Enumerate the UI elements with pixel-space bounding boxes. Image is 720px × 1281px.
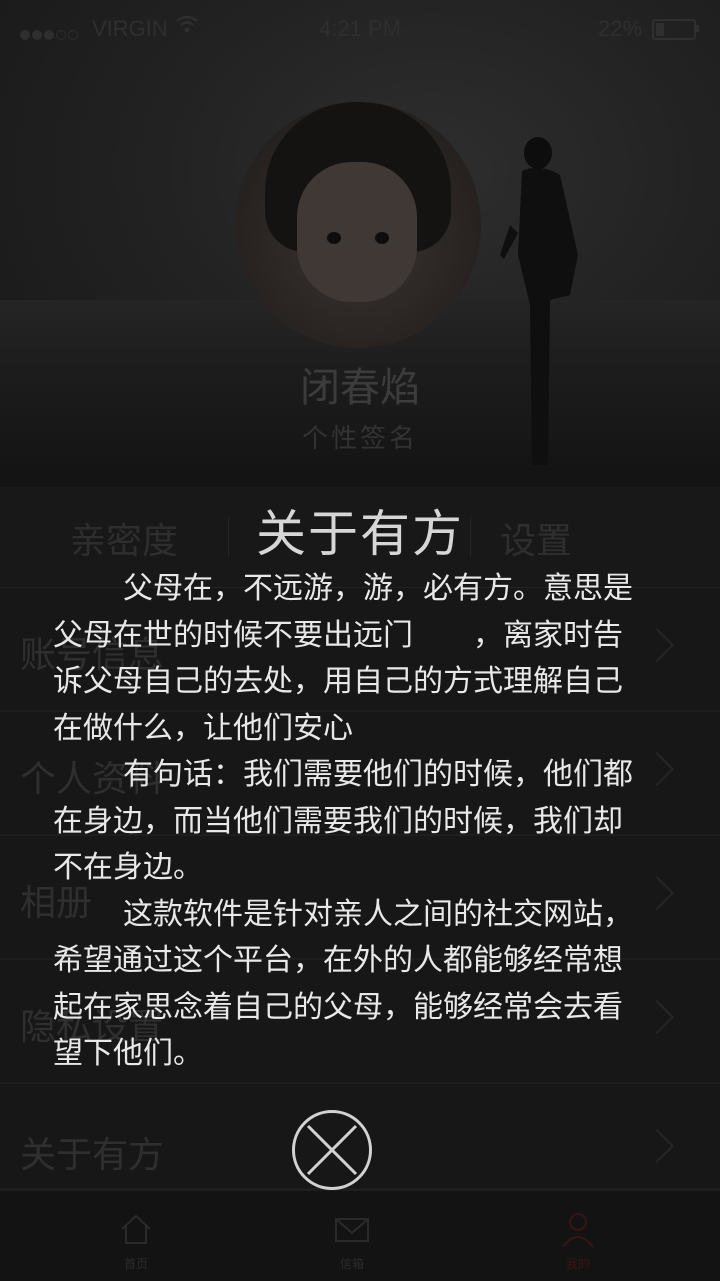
about-body: 父母在，不远游，游，必有方。意思是父母在世的时候不要出远门 ，离家时告诉父母自己…	[53, 566, 643, 1078]
nav-home-label: 首页	[123, 1257, 148, 1271]
chevron-right-icon	[640, 876, 674, 910]
profile-name: 闭春焰	[300, 365, 420, 411]
nav-home[interactable]: 首页	[96, 1209, 176, 1272]
battery-icon	[652, 19, 699, 40]
nav-mail-label: 信箱	[339, 1257, 364, 1271]
menu-item-label: 关于有方	[20, 1135, 165, 1176]
chevron-right-icon	[640, 1000, 674, 1034]
avatar-face	[297, 162, 417, 302]
home-icon	[121, 1214, 151, 1244]
nav-mail[interactable]: 信箱	[312, 1209, 392, 1272]
bottom-nav: 首页 信箱 我的	[0, 1190, 720, 1281]
avatar-eye-right	[375, 232, 389, 244]
nav-me-label: 我的	[565, 1257, 590, 1271]
about-paragraph: 父母在，不远游，游，必有方。意思是父母在世的时候不要出远门 ，离家时告诉父母自己…	[53, 571, 633, 746]
about-title: 关于有方	[256, 505, 464, 563]
avatar[interactable]	[235, 102, 481, 348]
chevron-right-icon	[640, 628, 674, 662]
about-paragraph: 有句话：我们需要他们的时候，他们都在身边，而当他们需要我们的时候，我们却不在身边…	[53, 757, 633, 885]
header-photo-figure	[500, 137, 578, 465]
close-circle-icon	[306, 1124, 358, 1176]
avatar-eye-left	[327, 232, 341, 244]
status-bar: VIRGIN 4:21 PM 22%	[0, 0, 720, 56]
chevron-right-icon	[640, 1129, 674, 1163]
user-icon	[562, 1213, 594, 1248]
about-paragraph: 这款软件是针对亲人之间的社交网站，希望通过这个平台，在外的人都能够经常想起在家思…	[53, 896, 633, 1072]
close-button[interactable]	[292, 1110, 372, 1190]
mail-icon	[335, 1218, 369, 1242]
nav-me[interactable]: 我的	[538, 1209, 618, 1272]
chevron-right-icon	[640, 752, 674, 786]
battery-percent: 22%	[598, 16, 643, 41]
profile-signature[interactable]: 个性签名	[0, 418, 720, 455]
